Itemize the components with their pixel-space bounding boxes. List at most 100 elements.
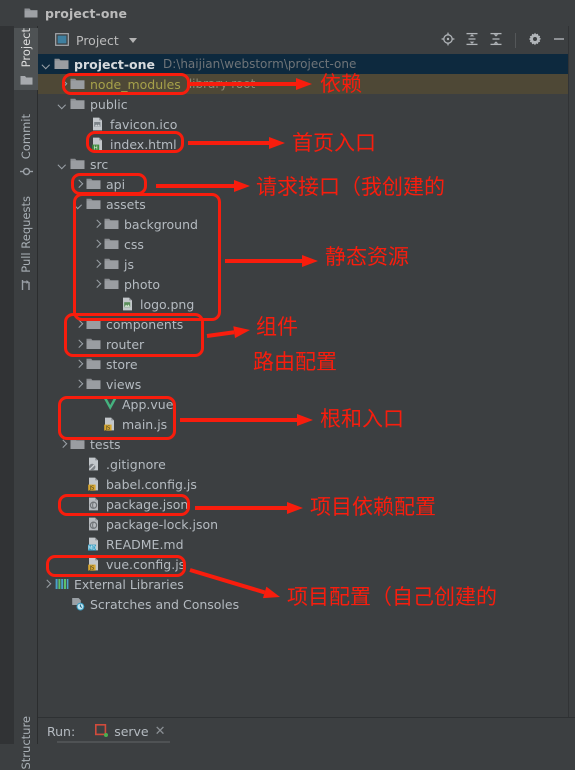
chevron-right-icon[interactable] [74, 319, 84, 329]
chevron-right-icon[interactable] [42, 579, 52, 589]
chevron-right-icon[interactable] [74, 359, 84, 369]
tree-row[interactable]: photo [38, 274, 568, 294]
tree-row-label: main.js [122, 416, 168, 432]
gitignore-file-icon [86, 457, 101, 472]
tree-row-label: src [90, 156, 109, 172]
chevron-down-icon[interactable] [74, 199, 84, 209]
tree-row-label: api [106, 176, 126, 192]
tree-row[interactable]: css [38, 234, 568, 254]
tree-row[interactable]: store [38, 354, 568, 374]
tree-row-label: package.json [106, 496, 189, 512]
sidebar-item-commit[interactable]: Commit [14, 114, 38, 182]
tree-row-label: App.vue [122, 396, 174, 412]
tree-row[interactable]: logo.png [38, 294, 568, 314]
tree-row[interactable]: tests [38, 434, 568, 454]
hide-icon[interactable] [552, 31, 566, 50]
window-left-edge-top [0, 0, 14, 26]
sidebar-item-project[interactable]: Project [14, 28, 38, 91]
html-file-icon: H [90, 137, 105, 152]
tree-row[interactable]: background [38, 214, 568, 234]
tree-row[interactable]: JS vue.config.js [38, 554, 568, 574]
select-opened-file-icon[interactable] [441, 31, 455, 50]
folder-icon [54, 57, 69, 72]
chevron-right-icon[interactable] [74, 179, 84, 189]
tree-row-label: views [106, 376, 142, 392]
sidebar-item-project-label: Project [19, 28, 33, 68]
tree-row[interactable]: router [38, 334, 568, 354]
project-view-selector[interactable]: Project [55, 31, 137, 50]
tree-row[interactable]: favicon.ico [38, 114, 568, 134]
chevron-right-icon[interactable] [92, 279, 102, 289]
project-panel-header: Project [38, 26, 575, 54]
run-tab-label: serve [114, 723, 149, 739]
tree-row[interactable]: src [38, 154, 568, 174]
tree-row[interactable]: components [38, 314, 568, 334]
tree-row-label: logo.png [140, 296, 195, 312]
tree-row[interactable]: App.vue [38, 394, 568, 414]
tree-row-label: favicon.ico [110, 116, 178, 132]
tree-row[interactable]: JS babel.config.js [38, 474, 568, 494]
chevron-right-icon[interactable] [74, 339, 84, 349]
tree-row[interactable]: project-one D:\haijian\webstorm\project-o… [38, 54, 568, 74]
chevron-right-icon[interactable] [92, 239, 102, 249]
tree-row-label: tests [90, 436, 121, 452]
json-file-icon [86, 497, 101, 512]
window-title: project-one [45, 5, 128, 21]
tree-row[interactable]: Hindex.html [38, 134, 568, 154]
chevron-down-icon[interactable] [58, 159, 68, 169]
svg-text:H: H [94, 145, 98, 151]
sidebar-item-pull-requests[interactable]: Pull Requests [14, 196, 38, 296]
settings-gear-icon[interactable] [528, 31, 542, 50]
sidebar-item-structure[interactable]: Structure [14, 716, 38, 770]
tree-row[interactable]: Scratches and Consoles [38, 594, 568, 614]
chevron-down-icon[interactable] [58, 99, 68, 109]
tree-row[interactable]: External Libraries [38, 574, 568, 594]
tree-row[interactable]: js [38, 254, 568, 274]
tree-row[interactable]: JS main.js [38, 414, 568, 434]
tree-row-label: node_modules [90, 76, 181, 92]
tree-row[interactable]: api [38, 174, 568, 194]
tree-row[interactable]: assets [38, 194, 568, 214]
folder-icon [70, 77, 85, 92]
project-file-tree[interactable]: project-one D:\haijian\webstorm\project-o… [38, 54, 568, 717]
chevron-right-icon[interactable] [58, 439, 68, 449]
run-tab-serve[interactable]: serve ✕ [95, 722, 166, 741]
project-folder-icon [20, 71, 33, 90]
tree-row-label: Scratches and Consoles [90, 596, 240, 612]
chevron-down-icon[interactable] [128, 37, 137, 43]
collapse-all-icon[interactable] [489, 31, 503, 50]
chevron-right-icon[interactable] [74, 379, 84, 389]
project-folder-icon [24, 7, 38, 19]
tree-row[interactable]: views [38, 374, 568, 394]
tree-row-label: .gitignore [106, 456, 166, 472]
tree-row[interactable]: package.json [38, 494, 568, 514]
svg-text:MD: MD [88, 545, 96, 551]
js-file-icon: JS [86, 477, 101, 492]
tree-row[interactable]: public [38, 94, 568, 114]
chevron-right-icon[interactable] [92, 259, 102, 269]
window-titlebar: project-one [14, 0, 575, 26]
panel-title: Project [76, 32, 119, 48]
close-icon[interactable]: ✕ [155, 725, 166, 738]
tree-row[interactable]: .gitignore [38, 454, 568, 474]
tree-row[interactable]: package-lock.json [38, 514, 568, 534]
sidebar-item-structure-label: Structure [19, 716, 33, 770]
chevron-right-icon[interactable] [92, 219, 102, 229]
folder-icon [86, 337, 101, 352]
tree-row-label: components [106, 316, 184, 332]
chevron-down-icon[interactable] [42, 59, 52, 69]
project-view-icon [55, 31, 69, 50]
tree-row[interactable]: node_modules library root [38, 74, 568, 94]
tree-row-label: babel.config.js [106, 476, 197, 492]
chevron-right-icon[interactable] [58, 79, 68, 89]
expand-all-icon[interactable] [465, 31, 479, 50]
tree-row[interactable]: MD README.md [38, 534, 568, 554]
run-tab-underline [57, 741, 170, 743]
